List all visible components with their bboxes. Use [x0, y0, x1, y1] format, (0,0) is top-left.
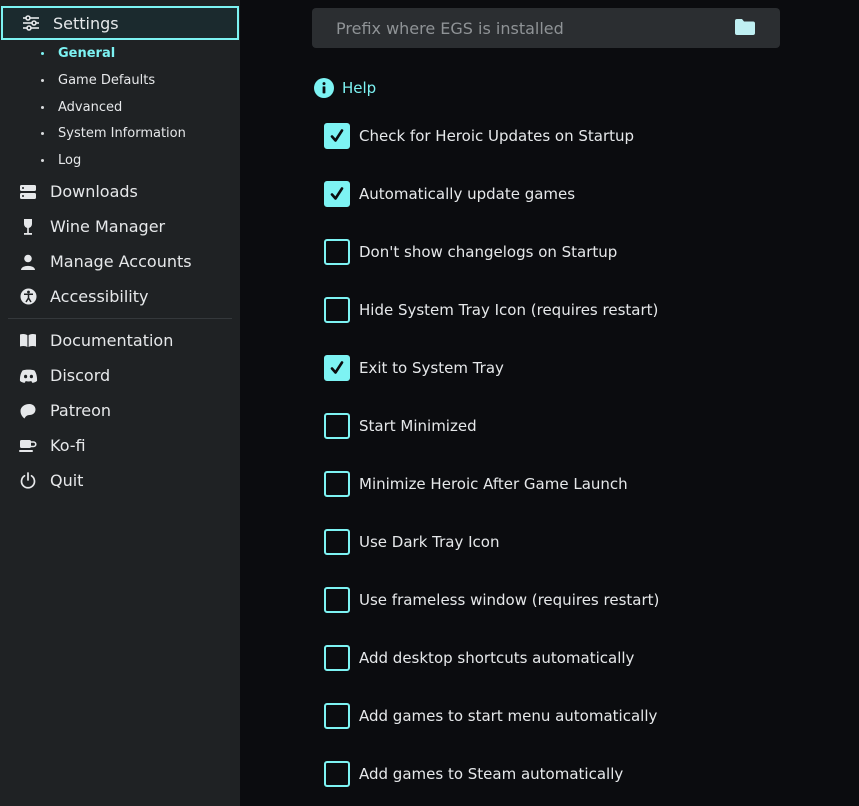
- sidebar-subitem-label: System Information: [58, 125, 186, 141]
- sliders-icon: [21, 13, 41, 33]
- option-automatically-update-games[interactable]: Automatically update games: [324, 181, 575, 207]
- option-label: Use frameless window (requires restart): [359, 591, 660, 609]
- sidebar-item-label: Settings: [53, 13, 119, 33]
- checkbox-unchecked[interactable]: [324, 529, 350, 555]
- sidebar-item-label: Discord: [50, 366, 111, 385]
- bullet: [41, 51, 44, 55]
- option-use-dark-tray-icon[interactable]: Use Dark Tray Icon: [324, 529, 499, 555]
- checkbox-unchecked[interactable]: [324, 703, 350, 729]
- accessibility-icon: [18, 287, 38, 307]
- option-label: Add games to start menu automatically: [359, 707, 658, 725]
- option-label: Add desktop shortcuts automatically: [359, 649, 635, 667]
- book-icon: [18, 331, 38, 351]
- coffee-cup-icon: [18, 436, 38, 456]
- checkbox-unchecked[interactable]: [324, 645, 350, 671]
- sidebar-subitem-log[interactable]: Log: [0, 147, 240, 173]
- folder-icon[interactable]: [734, 18, 756, 38]
- sidebar-subitem-game-defaults[interactable]: Game Defaults: [0, 67, 240, 93]
- sidebar-item-settings[interactable]: Settings: [1, 6, 239, 40]
- bullet: [41, 158, 44, 162]
- option-label: Use Dark Tray Icon: [359, 533, 500, 551]
- checkbox-unchecked[interactable]: [324, 239, 350, 265]
- option-label: Hide System Tray Icon (requires restart): [359, 301, 659, 319]
- option-label: Exit to System Tray: [359, 359, 504, 377]
- sidebar-item-label: Manage Accounts: [50, 252, 192, 271]
- discord-icon: [18, 366, 38, 386]
- checkbox-checked[interactable]: [324, 181, 350, 207]
- option-label: Automatically update games: [359, 185, 576, 203]
- sidebar-item-label: Downloads: [50, 182, 138, 201]
- sidebar: Settings General Game Defaults Advanced …: [0, 0, 240, 806]
- egs-prefix-input[interactable]: [312, 8, 732, 48]
- sidebar-item-downloads[interactable]: Downloads: [0, 174, 240, 209]
- option-label: Minimize Heroic After Game Launch: [359, 475, 628, 493]
- checkbox-unchecked[interactable]: [324, 413, 350, 439]
- checkbox-checked[interactable]: [324, 355, 350, 381]
- sidebar-divider: [8, 318, 232, 319]
- wine-glass-icon: [18, 217, 38, 237]
- option-label: Start Minimized: [359, 417, 477, 435]
- sidebar-subitem-label: General: [58, 45, 116, 61]
- egs-prefix-field: [312, 8, 780, 48]
- user-icon: [18, 252, 38, 272]
- sidebar-item-label: Wine Manager: [50, 217, 166, 236]
- option-add-games-to-start-menu-automatically[interactable]: Add games to start menu automatically: [324, 703, 657, 729]
- sidebar-item-label: Documentation: [50, 331, 174, 350]
- sidebar-subitem-label: Log: [58, 152, 82, 168]
- sidebar-subitem-system-information[interactable]: System Information: [0, 120, 240, 146]
- option-use-frameless-window-requires-restart[interactable]: Use frameless window (requires restart): [324, 587, 659, 613]
- downloads-icon: [18, 182, 38, 202]
- sidebar-item-wine-manager[interactable]: Wine Manager: [0, 209, 240, 244]
- checkbox-checked[interactable]: [324, 123, 350, 149]
- option-label: Check for Heroic Updates on Startup: [359, 127, 635, 145]
- option-label: Add games to Steam automatically: [359, 765, 624, 783]
- sidebar-subitem-label: Game Defaults: [58, 72, 156, 88]
- option-hide-system-tray-icon-requires-restart[interactable]: Hide System Tray Icon (requires restart): [324, 297, 658, 323]
- bullet: [41, 131, 44, 135]
- checkmark-icon: [330, 187, 344, 200]
- option-check-for-heroic-updates-on-startup[interactable]: Check for Heroic Updates on Startup: [324, 123, 634, 149]
- checkbox-unchecked[interactable]: [324, 587, 350, 613]
- sidebar-item-label: Accessibility: [50, 287, 149, 306]
- patreon-icon: [18, 401, 38, 421]
- option-minimize-heroic-after-game-launch[interactable]: Minimize Heroic After Game Launch: [324, 471, 628, 497]
- checkbox-unchecked[interactable]: [324, 297, 350, 323]
- sidebar-item-manage-accounts[interactable]: Manage Accounts: [0, 244, 240, 279]
- info-icon: [314, 78, 334, 98]
- sidebar-item-ko-fi[interactable]: Ko-fi: [0, 428, 240, 463]
- settings-content: Help Check for Heroic Updates on Startup…: [240, 0, 859, 806]
- sidebar-item-label: Patreon: [50, 401, 112, 420]
- power-icon: [18, 471, 38, 491]
- option-label: Don't show changelogs on Startup: [359, 243, 618, 261]
- bullet: [41, 78, 44, 82]
- sidebar-subitem-label: Advanced: [58, 99, 123, 115]
- sidebar-item-documentation[interactable]: Documentation: [0, 323, 240, 358]
- help-link[interactable]: Help: [314, 78, 376, 98]
- option-start-minimized[interactable]: Start Minimized: [324, 413, 477, 439]
- sidebar-subitem-advanced[interactable]: Advanced: [0, 94, 240, 120]
- checkbox-unchecked[interactable]: [324, 471, 350, 497]
- sidebar-item-accessibility[interactable]: Accessibility: [0, 279, 240, 314]
- help-label: Help: [342, 79, 377, 97]
- sidebar-item-discord[interactable]: Discord: [0, 358, 240, 393]
- option-don-t-show-changelogs-on-startup[interactable]: Don't show changelogs on Startup: [324, 239, 617, 265]
- bullet: [41, 105, 44, 109]
- option-add-desktop-shortcuts-automatically[interactable]: Add desktop shortcuts automatically: [324, 645, 634, 671]
- checkmark-icon: [330, 129, 344, 142]
- checkbox-unchecked[interactable]: [324, 761, 350, 787]
- option-add-games-to-steam-automatically[interactable]: Add games to Steam automatically: [324, 761, 623, 787]
- sidebar-item-label: Ko-fi: [50, 436, 86, 455]
- option-exit-to-system-tray[interactable]: Exit to System Tray: [324, 355, 504, 381]
- sidebar-item-patreon[interactable]: Patreon: [0, 393, 240, 428]
- checkmark-icon: [330, 361, 344, 374]
- sidebar-item-label: Quit: [50, 471, 84, 490]
- sidebar-item-quit[interactable]: Quit: [0, 463, 240, 498]
- sidebar-subitem-general[interactable]: General: [0, 40, 240, 66]
